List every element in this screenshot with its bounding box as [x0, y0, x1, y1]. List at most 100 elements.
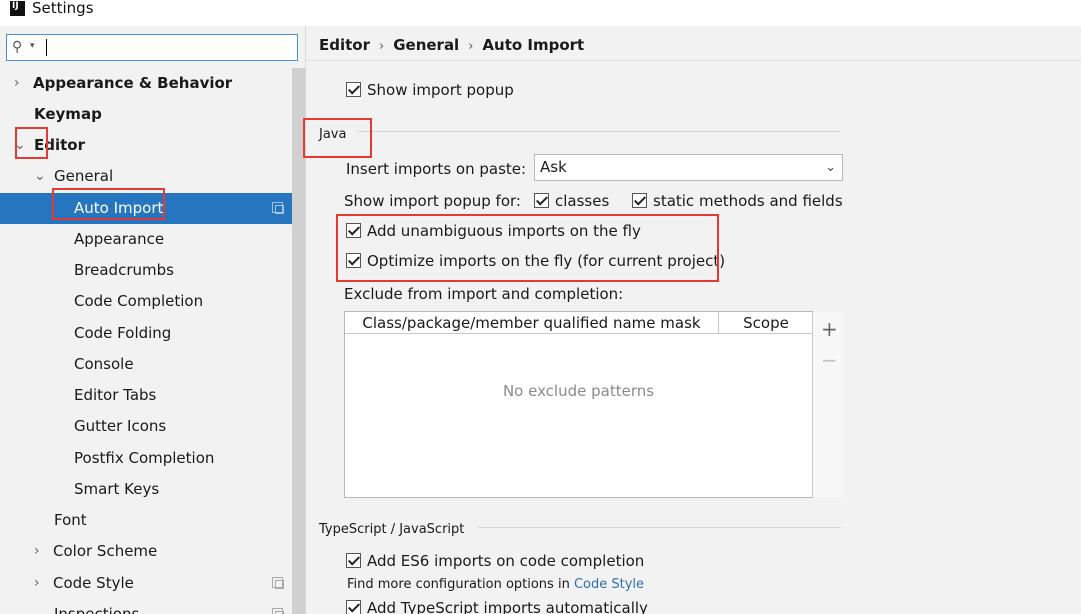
sidebar-item-label: General — [54, 167, 114, 185]
table-header: Class/package/member qualified name mask… — [345, 312, 812, 334]
settings-content: Editor › General › Auto Import Show import p… — [303, 26, 1081, 614]
sidebar-item-label: Breadcrumbs — [74, 261, 174, 279]
divider — [306, 60, 1081, 61]
table-toolbar: + − — [812, 312, 843, 497]
checkbox-label: Add ES6 imports on code completion — [367, 552, 645, 570]
section-title-typescript: TypeScript / JavaScript — [319, 522, 465, 537]
checkbox-checked[interactable] — [346, 600, 361, 614]
find-more-prefix: Find more configuration options in — [347, 577, 570, 592]
search-icon: ⚲ — [12, 39, 23, 55]
checkbox-checked[interactable] — [346, 253, 361, 268]
optimize-imports-checkbox[interactable]: Optimize imports on the fly (for current… — [346, 252, 725, 270]
sidebar-item-keymap[interactable]: Keymap — [0, 99, 292, 130]
show-popup-for-label: Show import popup for: — [344, 192, 521, 210]
add-icon[interactable]: + — [821, 319, 838, 339]
section-divider — [358, 131, 841, 132]
search-field[interactable]: ⚲ ▾ — [6, 34, 298, 61]
section-title-java: Java — [319, 127, 347, 142]
checkbox-label: Show import popup — [367, 81, 514, 99]
sidebar-item-auto-import[interactable]: Auto Import — [0, 193, 305, 224]
checkbox-label: Add TypeScript imports automatically — [367, 599, 648, 614]
sidebar-item-gutter-icons[interactable]: Gutter Icons — [0, 411, 292, 442]
project-settings-icon — [272, 608, 284, 614]
checkbox-label: Add unambiguous imports on the fly — [367, 222, 641, 240]
sidebar-item-editor-tabs[interactable]: Editor Tabs — [0, 380, 292, 411]
intellij-idea-icon: IJ — [8, 0, 27, 18]
sidebar-item-label: Gutter Icons — [74, 417, 167, 435]
checkbox-checked[interactable] — [346, 223, 361, 238]
section-divider — [478, 527, 841, 528]
exclude-label: Exclude from import and completion: — [344, 285, 624, 303]
sidebar-item-label: Appearance & Behavior — [33, 74, 233, 92]
checkbox-label: Optimize imports on the fly (for current… — [367, 252, 726, 270]
select-value: Ask — [540, 158, 567, 176]
breadcrumb-auto-import: Auto Import — [482, 36, 585, 54]
settings-sidebar: ⚲ ▾ › Appearance & Behavior Keymap ⌄ Edi… — [0, 26, 306, 614]
sidebar-item-console[interactable]: Console — [0, 349, 292, 380]
es6-imports-checkbox[interactable]: Add ES6 imports on code completion — [346, 552, 644, 570]
title-bar: IJ Settings — [0, 0, 1081, 26]
chevron-right-icon[interactable]: › — [14, 68, 20, 99]
breadcrumb: Editor › General › Auto Import — [319, 36, 584, 54]
insert-imports-select[interactable]: Ask ⌄ — [534, 154, 843, 181]
sidebar-item-label: Editor — [34, 136, 85, 154]
chevron-right-icon[interactable]: › — [34, 536, 40, 567]
exclude-patterns-table[interactable]: Class/package/member qualified name mask… — [344, 311, 843, 498]
sidebar-item-smart-keys[interactable]: Smart Keys — [0, 474, 292, 505]
column-header-scope[interactable]: Scope — [720, 312, 812, 333]
sidebar-item-editor[interactable]: ⌄ Editor — [0, 130, 292, 161]
sidebar-item-label: Smart Keys — [74, 480, 160, 498]
checkbox-checked[interactable] — [534, 193, 549, 208]
sidebar-item-label: Code Folding — [74, 324, 172, 342]
insert-imports-label: Insert imports on paste: — [346, 160, 527, 178]
chevron-down-icon: ⌄ — [825, 160, 836, 175]
sidebar-item-code-folding[interactable]: Code Folding — [0, 318, 292, 349]
project-settings-icon — [272, 202, 284, 214]
remove-icon[interactable]: − — [821, 350, 838, 370]
text-cursor — [46, 39, 47, 56]
sidebar-item-code-completion[interactable]: Code Completion — [0, 286, 292, 317]
add-unambiguous-imports-checkbox[interactable]: Add unambiguous imports on the fly — [346, 222, 641, 240]
project-settings-icon — [272, 577, 284, 589]
window-title: Settings — [32, 0, 94, 17]
search-dropdown-icon[interactable]: ▾ — [30, 41, 35, 51]
breadcrumb-separator: › — [379, 39, 385, 54]
sidebar-item-color-scheme[interactable]: › Color Scheme — [0, 536, 292, 567]
chevron-down-icon[interactable]: ⌄ — [34, 161, 46, 192]
static-methods-checkbox[interactable]: static methods and fields — [632, 192, 843, 210]
classes-checkbox[interactable]: classes — [534, 192, 609, 210]
breadcrumb-general[interactable]: General — [393, 36, 459, 54]
sidebar-item-label: Keymap — [34, 105, 102, 123]
sidebar-item-code-style[interactable]: › Code Style — [0, 568, 292, 599]
sidebar-item-general[interactable]: ⌄ General — [0, 161, 292, 192]
search-input[interactable] — [41, 37, 291, 58]
sidebar-item-inspections[interactable]: Inspections — [0, 599, 292, 614]
sidebar-item-font[interactable]: Font — [0, 505, 292, 536]
show-import-popup-checkbox[interactable]: Show import popup — [346, 81, 514, 99]
sidebar-item-appearance[interactable]: Appearance — [0, 224, 292, 255]
breadcrumb-editor[interactable]: Editor — [319, 36, 370, 54]
checkbox-checked[interactable] — [346, 553, 361, 568]
sidebar-item-label: Postfix Completion — [74, 449, 215, 467]
scrollbar-thumb[interactable] — [292, 68, 305, 614]
sidebar-scrollbar[interactable] — [292, 68, 305, 614]
breadcrumb-separator: › — [468, 39, 474, 54]
chevron-right-icon[interactable]: › — [34, 568, 40, 599]
column-header-mask[interactable]: Class/package/member qualified name mask — [345, 312, 719, 333]
sidebar-item-label: Appearance — [74, 230, 165, 248]
sidebar-item-label: Font — [54, 511, 87, 529]
find-more-text: Find more configuration options in Code … — [347, 577, 644, 592]
sidebar-item-label: Auto Import — [74, 199, 164, 217]
empty-table-message: No exclude patterns — [502, 382, 655, 400]
sidebar-item-postfix-completion[interactable]: Postfix Completion — [0, 443, 292, 474]
sidebar-item-breadcrumbs[interactable]: Breadcrumbs — [0, 255, 292, 286]
chevron-down-icon[interactable]: ⌄ — [14, 130, 26, 161]
checkbox-checked[interactable] — [632, 193, 647, 208]
checkbox-checked[interactable] — [346, 82, 361, 97]
typescript-auto-imports-checkbox[interactable]: Add TypeScript imports automatically — [346, 599, 648, 614]
checkbox-label: classes — [555, 192, 610, 210]
sidebar-item-label: Code Completion — [74, 292, 204, 310]
sidebar-item-appearance-behavior[interactable]: › Appearance & Behavior — [0, 68, 292, 99]
sidebar-item-label: Editor Tabs — [74, 386, 157, 404]
code-style-link[interactable]: Code Style — [574, 577, 644, 592]
